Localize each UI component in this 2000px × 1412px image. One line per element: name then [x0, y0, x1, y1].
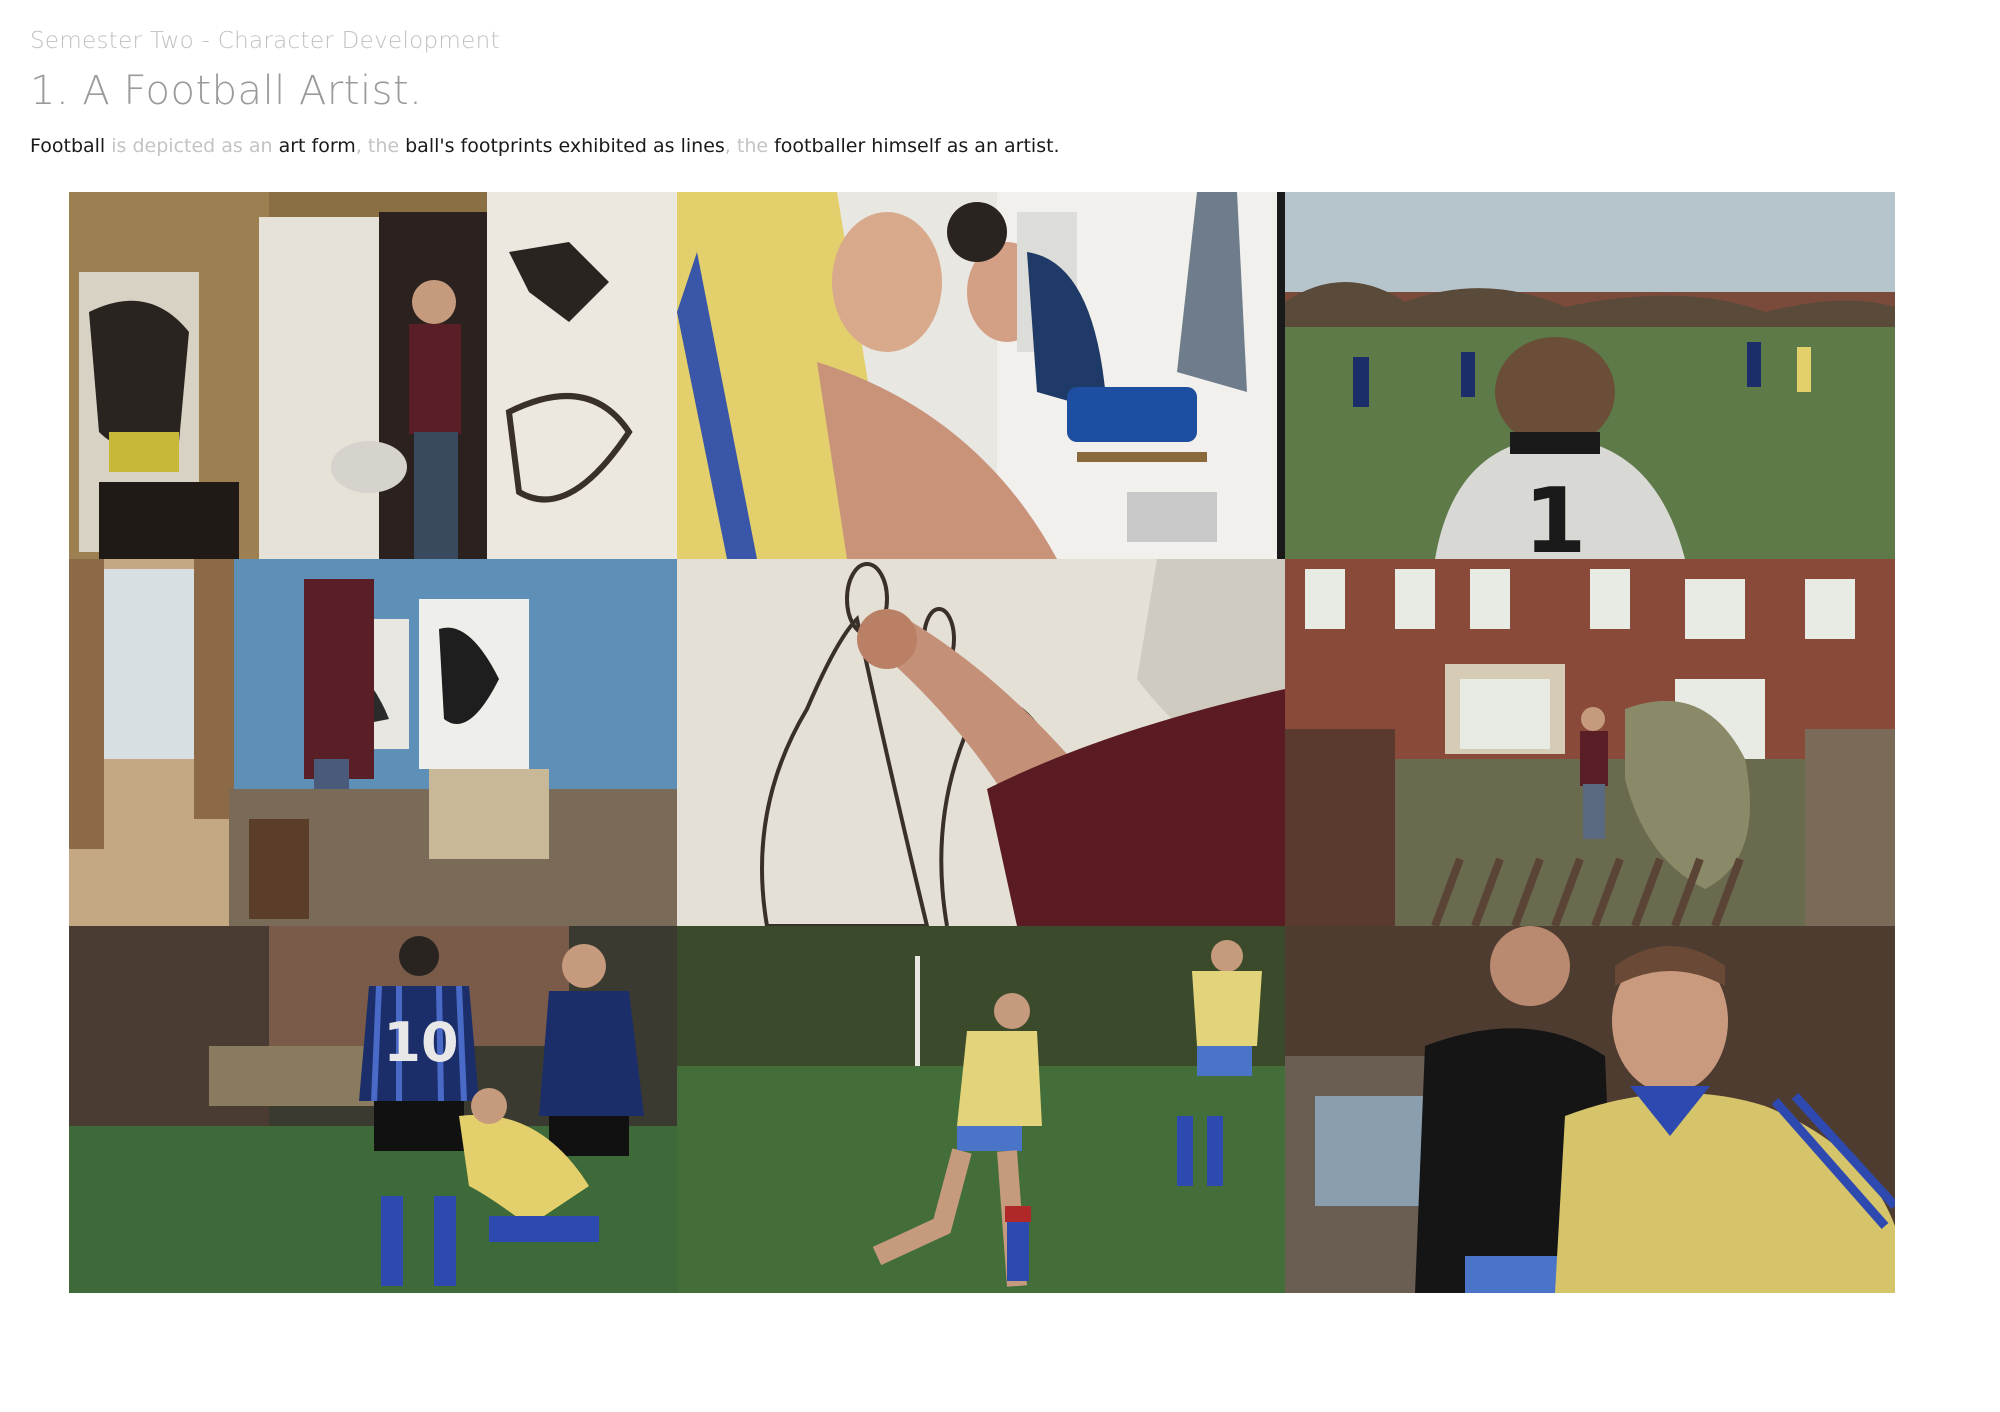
page-title: 1. A Football Artist. [30, 68, 423, 114]
still-player-closeup [1285, 926, 1895, 1293]
still-goalkeeper-on-pitch: 1 [1285, 192, 1895, 559]
caption: Football is depicted as an art form, the… [30, 135, 1060, 157]
caption-part: , the [724, 135, 775, 157]
caption-part: footballer himself as an artist. [774, 135, 1060, 157]
caption-part: ball's footprints exhibited as lines [405, 135, 725, 157]
caption-part: is depicted as an [105, 135, 279, 157]
still-players-running [677, 926, 1285, 1293]
shirt-number: 1 [1524, 469, 1587, 559]
caption-part: , the [355, 135, 406, 157]
caption-part: Football [30, 135, 106, 157]
still-studio-blue-wall [69, 559, 677, 926]
still-changing-room-bench [677, 192, 1285, 559]
still-drawing-on-paper [677, 559, 1285, 926]
caption-part: art form [278, 135, 356, 157]
still-studio-doorway [69, 192, 677, 559]
still-terraced-house [1285, 559, 1895, 926]
still-tackle-number-ten: 10 [69, 926, 677, 1293]
page-subtitle: Semester Two - Character Development [30, 28, 500, 54]
shirt-number: 10 [383, 1011, 458, 1074]
film-stills-grid: 1 10 [69, 192, 1895, 1293]
